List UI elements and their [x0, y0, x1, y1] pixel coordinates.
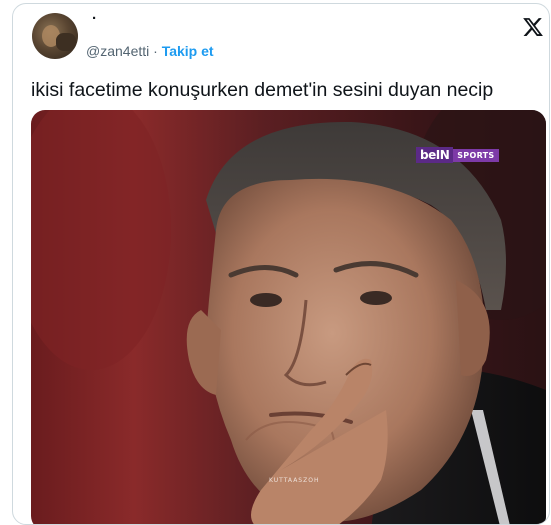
follow-button[interactable]: Takip et: [162, 43, 214, 59]
channel-logo: beIN SPORTS: [416, 146, 499, 164]
photo-portrait: [31, 110, 546, 524]
user-handle[interactable]: @zan4etti: [86, 43, 149, 59]
separator-dot: ·: [153, 43, 158, 59]
tweet-card[interactable]: · @zan4etti · Takip et ikisi facetime ko…: [12, 3, 550, 525]
x-logo-icon[interactable]: [522, 16, 544, 38]
display-name[interactable]: ·: [92, 10, 97, 28]
image-watermark: KUTTAASZOH: [269, 477, 320, 484]
avatar[interactable]: [32, 13, 78, 59]
tweet-media-image[interactable]: beIN SPORTS KUTTAASZOH: [31, 110, 546, 524]
handle-row: @zan4etti · Takip et: [86, 42, 214, 60]
tweet-text: ikisi facetime konuşurken demet'in sesin…: [31, 79, 494, 101]
